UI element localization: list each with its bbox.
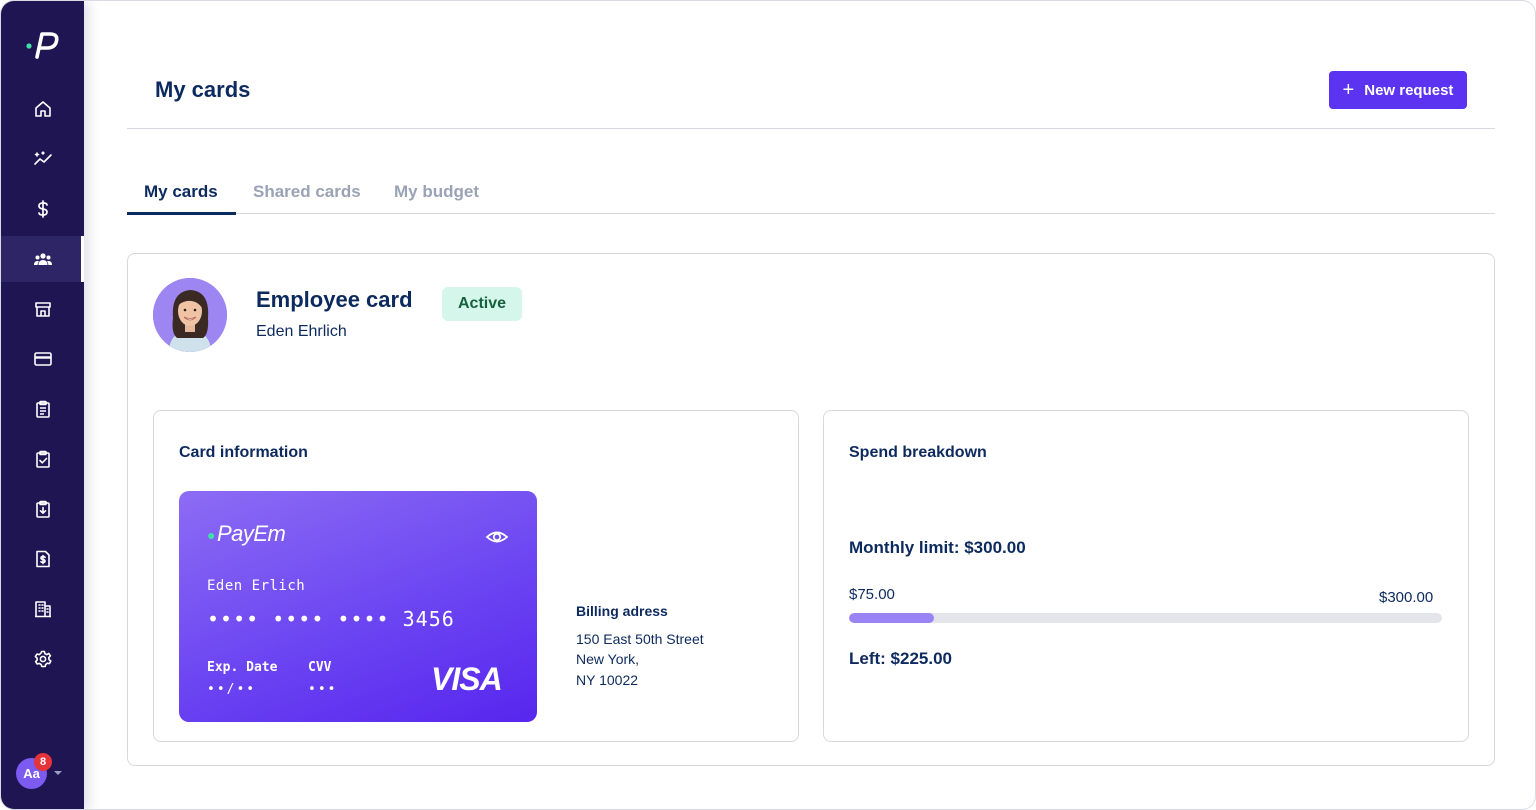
visa-logo: VISA [431, 661, 503, 697]
dollar-icon [37, 200, 48, 218]
sidebar-item-team[interactable] [1, 236, 84, 282]
settings-icon [34, 650, 52, 668]
eye-icon[interactable] [485, 527, 509, 547]
card-brand-logo: ●PayEm [207, 521, 286, 546]
chevron-down-icon[interactable] [53, 769, 63, 777]
card-information-title: Card information [179, 444, 308, 461]
remaining-amount: Left: $225.00 [849, 649, 952, 668]
billing-address-line: 150 East 50th Street [576, 631, 704, 647]
new-request-label: New request [1364, 81, 1454, 99]
tab-my-budget[interactable]: My budget [394, 173, 479, 214]
tab-bar: My cards Shared cards My budget [127, 173, 1495, 215]
clipboard-check-icon [35, 450, 50, 468]
clipboard-download-icon [35, 500, 50, 518]
page-title: My cards [155, 77, 251, 102]
spend-progress-bar [849, 613, 1442, 623]
monthly-limit: Monthly limit: $300.00 [849, 538, 1026, 557]
team-icon [33, 253, 52, 265]
insights-icon [33, 151, 52, 165]
building-icon [34, 601, 51, 618]
sidebar-item-insights[interactable] [1, 136, 84, 182]
clipboard-list-icon [35, 400, 50, 418]
person-avatar-icon [153, 278, 227, 352]
tab-my-cards[interactable]: My cards [127, 173, 236, 215]
sidebar-item-bills[interactable] [1, 536, 84, 582]
spend-breakdown-title: Spend breakdown [849, 444, 987, 461]
sidebar-item-approvals[interactable] [1, 436, 84, 482]
spent-amount: $75.00 [849, 586, 895, 603]
sidebar-item-vendors[interactable] [1, 286, 84, 332]
invoice-icon [35, 550, 50, 568]
cardholder-name: Eden Erlich [207, 578, 306, 594]
employee-card-title: Employee card [256, 287, 413, 312]
sidebar-item-reimbursements[interactable] [1, 486, 84, 532]
home-icon [34, 101, 51, 117]
sidebar-item-settings[interactable] [1, 636, 84, 682]
billing-address-line: NY 10022 [576, 672, 639, 688]
exp-date-value: ••/•• [207, 682, 257, 697]
sidebar: Aa 8 [1, 1, 84, 809]
status-badge: Active [442, 287, 522, 321]
new-request-button[interactable]: + New request [1329, 71, 1467, 109]
sidebar-item-expenses[interactable] [1, 186, 84, 232]
spend-progress-fill [849, 613, 934, 623]
sidebar-item-cards[interactable] [1, 336, 84, 382]
limit-amount: $300.00 [1379, 589, 1434, 606]
sidebar-item-requests[interactable] [1, 386, 84, 432]
sidebar-item-entities[interactable] [1, 586, 84, 632]
payem-logo-icon[interactable] [25, 29, 61, 61]
card-number: •••• •••• •••• 3456 [207, 607, 455, 631]
billing-address-title: Billing adress [576, 603, 668, 619]
tab-shared-cards[interactable]: Shared cards [253, 173, 361, 214]
credit-card-icon [33, 352, 52, 366]
notification-badge: 8 [34, 753, 52, 771]
header-divider [127, 128, 1495, 129]
cvv-value: ••• [308, 682, 338, 697]
store-icon [34, 302, 51, 317]
card-owner-name: Eden Ehrlich [256, 323, 347, 340]
app-window: Aa 8 My cards + New request My cards Sha… [0, 0, 1536, 810]
plus-icon: + [1342, 79, 1355, 101]
billing-address-line: New York, [576, 651, 640, 667]
profile-photo [153, 278, 227, 352]
sidebar-item-home[interactable] [1, 86, 84, 132]
exp-date-label: Exp. Date [207, 660, 278, 675]
cvv-label: CVV [308, 660, 332, 675]
